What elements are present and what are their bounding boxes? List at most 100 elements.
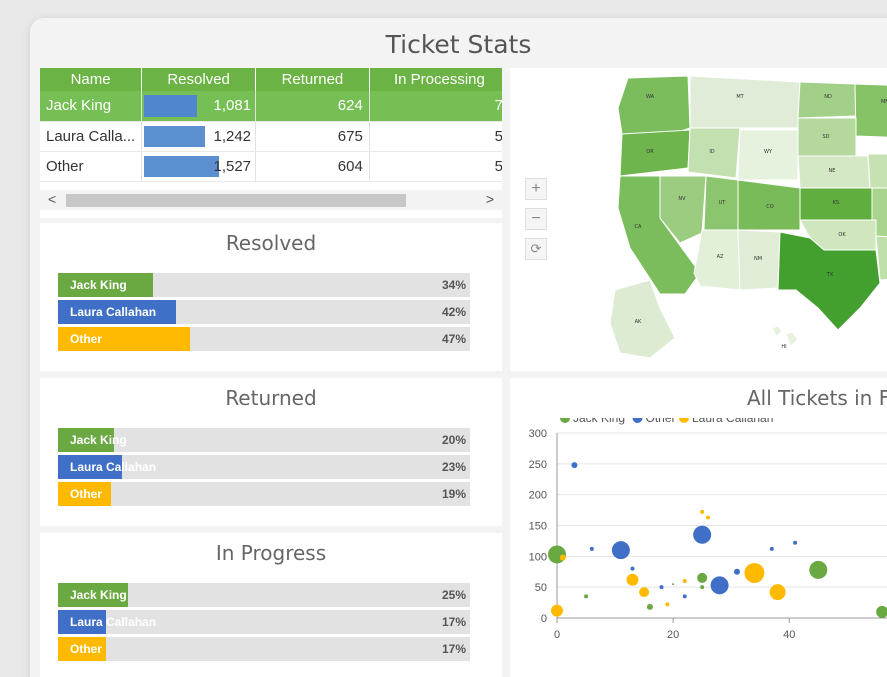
cell-returned: 624: [255, 91, 370, 122]
horizontal-scrollbar[interactable]: < >: [40, 190, 502, 210]
scroll-right-icon[interactable]: >: [486, 191, 494, 207]
y-tick-label: 250: [529, 459, 547, 471]
y-tick-label: 300: [529, 428, 547, 440]
scatter-point: [646, 603, 653, 610]
scatter-point: [693, 525, 712, 544]
bar-row[interactable]: Other 17%: [58, 637, 470, 661]
scatter-chart[interactable]: Jack King Other Laura Callahan050100150200…: [510, 418, 887, 677]
ticket-grid[interactable]: Name Resolved Returned In Processing Jac…: [40, 68, 502, 218]
map-state-label: ND: [824, 94, 832, 100]
cell-returned: 604: [255, 151, 370, 182]
scatter-point: [876, 605, 887, 618]
scatter-point: [697, 572, 708, 583]
bar-percent: 17%: [441, 642, 466, 656]
in-progress-bars: Jack King 25% Laura Callahan 17% Other 1…: [58, 583, 470, 664]
bar-label: Other: [70, 487, 103, 501]
y-tick-label: 50: [535, 582, 547, 594]
cell-returned: 675: [255, 121, 370, 152]
bar-percent: 23%: [441, 460, 466, 474]
map-region-montana[interactable]: [689, 75, 801, 129]
cell-resolved: 1,242: [141, 121, 257, 152]
bar-row[interactable]: Laura Callahan 23%: [58, 455, 470, 479]
map-region-minnesota[interactable]: [854, 83, 887, 138]
map-region-arizona[interactable]: [693, 229, 741, 291]
bar-row[interactable]: Laura Callahan 42%: [58, 300, 470, 324]
resolved-value: 1,242: [213, 127, 252, 145]
returned-panel: Returned Jack King 20% Laura Callahan 23…: [40, 378, 502, 526]
scatter-point: [548, 545, 566, 564]
scatter-point: [769, 584, 786, 601]
x-tick-label: 20: [667, 629, 679, 641]
cell-resolved: 1,081: [141, 91, 257, 122]
bar-percent: 34%: [441, 278, 466, 292]
map-state-label: CA: [635, 224, 642, 230]
column-header-resolved[interactable]: Resolved: [141, 68, 257, 91]
x-tick-label: 40: [783, 629, 795, 641]
table-row[interactable]: Jack King 1,081 624 7: [40, 91, 502, 122]
us-map[interactable]: WA MT ND MN OR ID WY SD NE IA CA NV UT C…: [510, 68, 887, 371]
bar-row[interactable]: Jack King 20%: [58, 428, 470, 452]
scatter-point: [710, 576, 729, 595]
scatter-point: [559, 554, 566, 561]
cell-name: Jack King: [40, 91, 143, 122]
scatter-point: [746, 565, 751, 570]
scatter-panel: All Tickets in F Jack King Other Laura Cal…: [510, 378, 887, 677]
y-tick-label: 0: [541, 613, 547, 625]
table-row[interactable]: Other 1,527 604 5: [40, 151, 502, 182]
scatter-point: [551, 604, 563, 617]
in-progress-title: In Progress: [215, 541, 327, 565]
bar-label: Other: [70, 642, 103, 656]
returned-title: Returned: [225, 386, 317, 410]
cell-in-processing: 5: [369, 121, 502, 152]
bar-label: Jack King: [70, 278, 127, 292]
cell-name: Other: [40, 151, 143, 182]
map-region-pacific-northwest[interactable]: [617, 75, 691, 139]
scatter-point: [571, 462, 578, 469]
scatter-point: [665, 602, 670, 607]
x-tick-label: 0: [554, 629, 560, 641]
cell-resolved: 1,527: [141, 151, 257, 182]
map-region-wyoming[interactable]: [737, 129, 799, 181]
map-state-label: SD: [822, 134, 829, 140]
column-header-name[interactable]: Name: [40, 68, 143, 91]
bar-row[interactable]: Other 19%: [58, 482, 470, 506]
table-row[interactable]: Laura Calla... 1,242 675 5: [40, 121, 502, 152]
bar-row[interactable]: Jack King 25%: [58, 583, 470, 607]
scatter-point: [734, 568, 740, 575]
ticket-table: Name Resolved Returned In Processing Jac…: [40, 68, 502, 182]
resolved-bars: Jack King 34% Laura Callahan 42% Other 4…: [58, 273, 470, 354]
bar-percent: 25%: [441, 588, 466, 602]
bar-label: Laura Callahan: [70, 615, 157, 629]
scatter-point: [682, 594, 687, 599]
map-state-label: AZ: [717, 254, 724, 260]
scatter-point: [700, 585, 705, 590]
map-region-north-dakota[interactable]: [797, 81, 857, 119]
scroll-left-icon[interactable]: <: [48, 191, 56, 207]
page-title: Ticket Stats: [385, 30, 532, 59]
bar-label: Jack King: [70, 433, 127, 447]
map-state-label: UT: [719, 200, 727, 206]
us-map-panel[interactable]: + − ⟳ WA MT ND M OR ID WY SD NE CA NV UT…: [510, 68, 887, 371]
map-state-label: AK: [635, 319, 642, 325]
column-header-returned[interactable]: Returned: [255, 68, 370, 91]
map-region-iowa[interactable]: [867, 153, 887, 189]
map-state-label: OR: [646, 149, 654, 155]
bar-row[interactable]: Jack King 34%: [58, 273, 470, 297]
column-header-in-processing[interactable]: In Processing: [369, 68, 502, 91]
scatter-title: All Tickets in F: [747, 386, 887, 410]
map-region-oregon[interactable]: [619, 129, 691, 177]
map-region-hawaii[interactable]: [771, 325, 799, 347]
map-state-label: NV: [678, 196, 686, 202]
bar-label: Jack King: [70, 588, 127, 602]
y-tick-label: 200: [529, 490, 547, 502]
scatter-point: [639, 587, 650, 598]
resolved-value: 1,081: [213, 97, 252, 115]
scatter-point: [626, 573, 639, 586]
returned-bars: Jack King 20% Laura Callahan 23% Other 1…: [58, 428, 470, 509]
bar-row[interactable]: Laura Callahan 17%: [58, 610, 470, 634]
cell-in-processing: 5: [369, 151, 502, 182]
map-state-label: ID: [709, 149, 714, 155]
bar-row[interactable]: Other 47%: [58, 327, 470, 351]
scrollbar-thumb[interactable]: [66, 194, 406, 207]
bar-label: Laura Callahan: [70, 460, 157, 474]
